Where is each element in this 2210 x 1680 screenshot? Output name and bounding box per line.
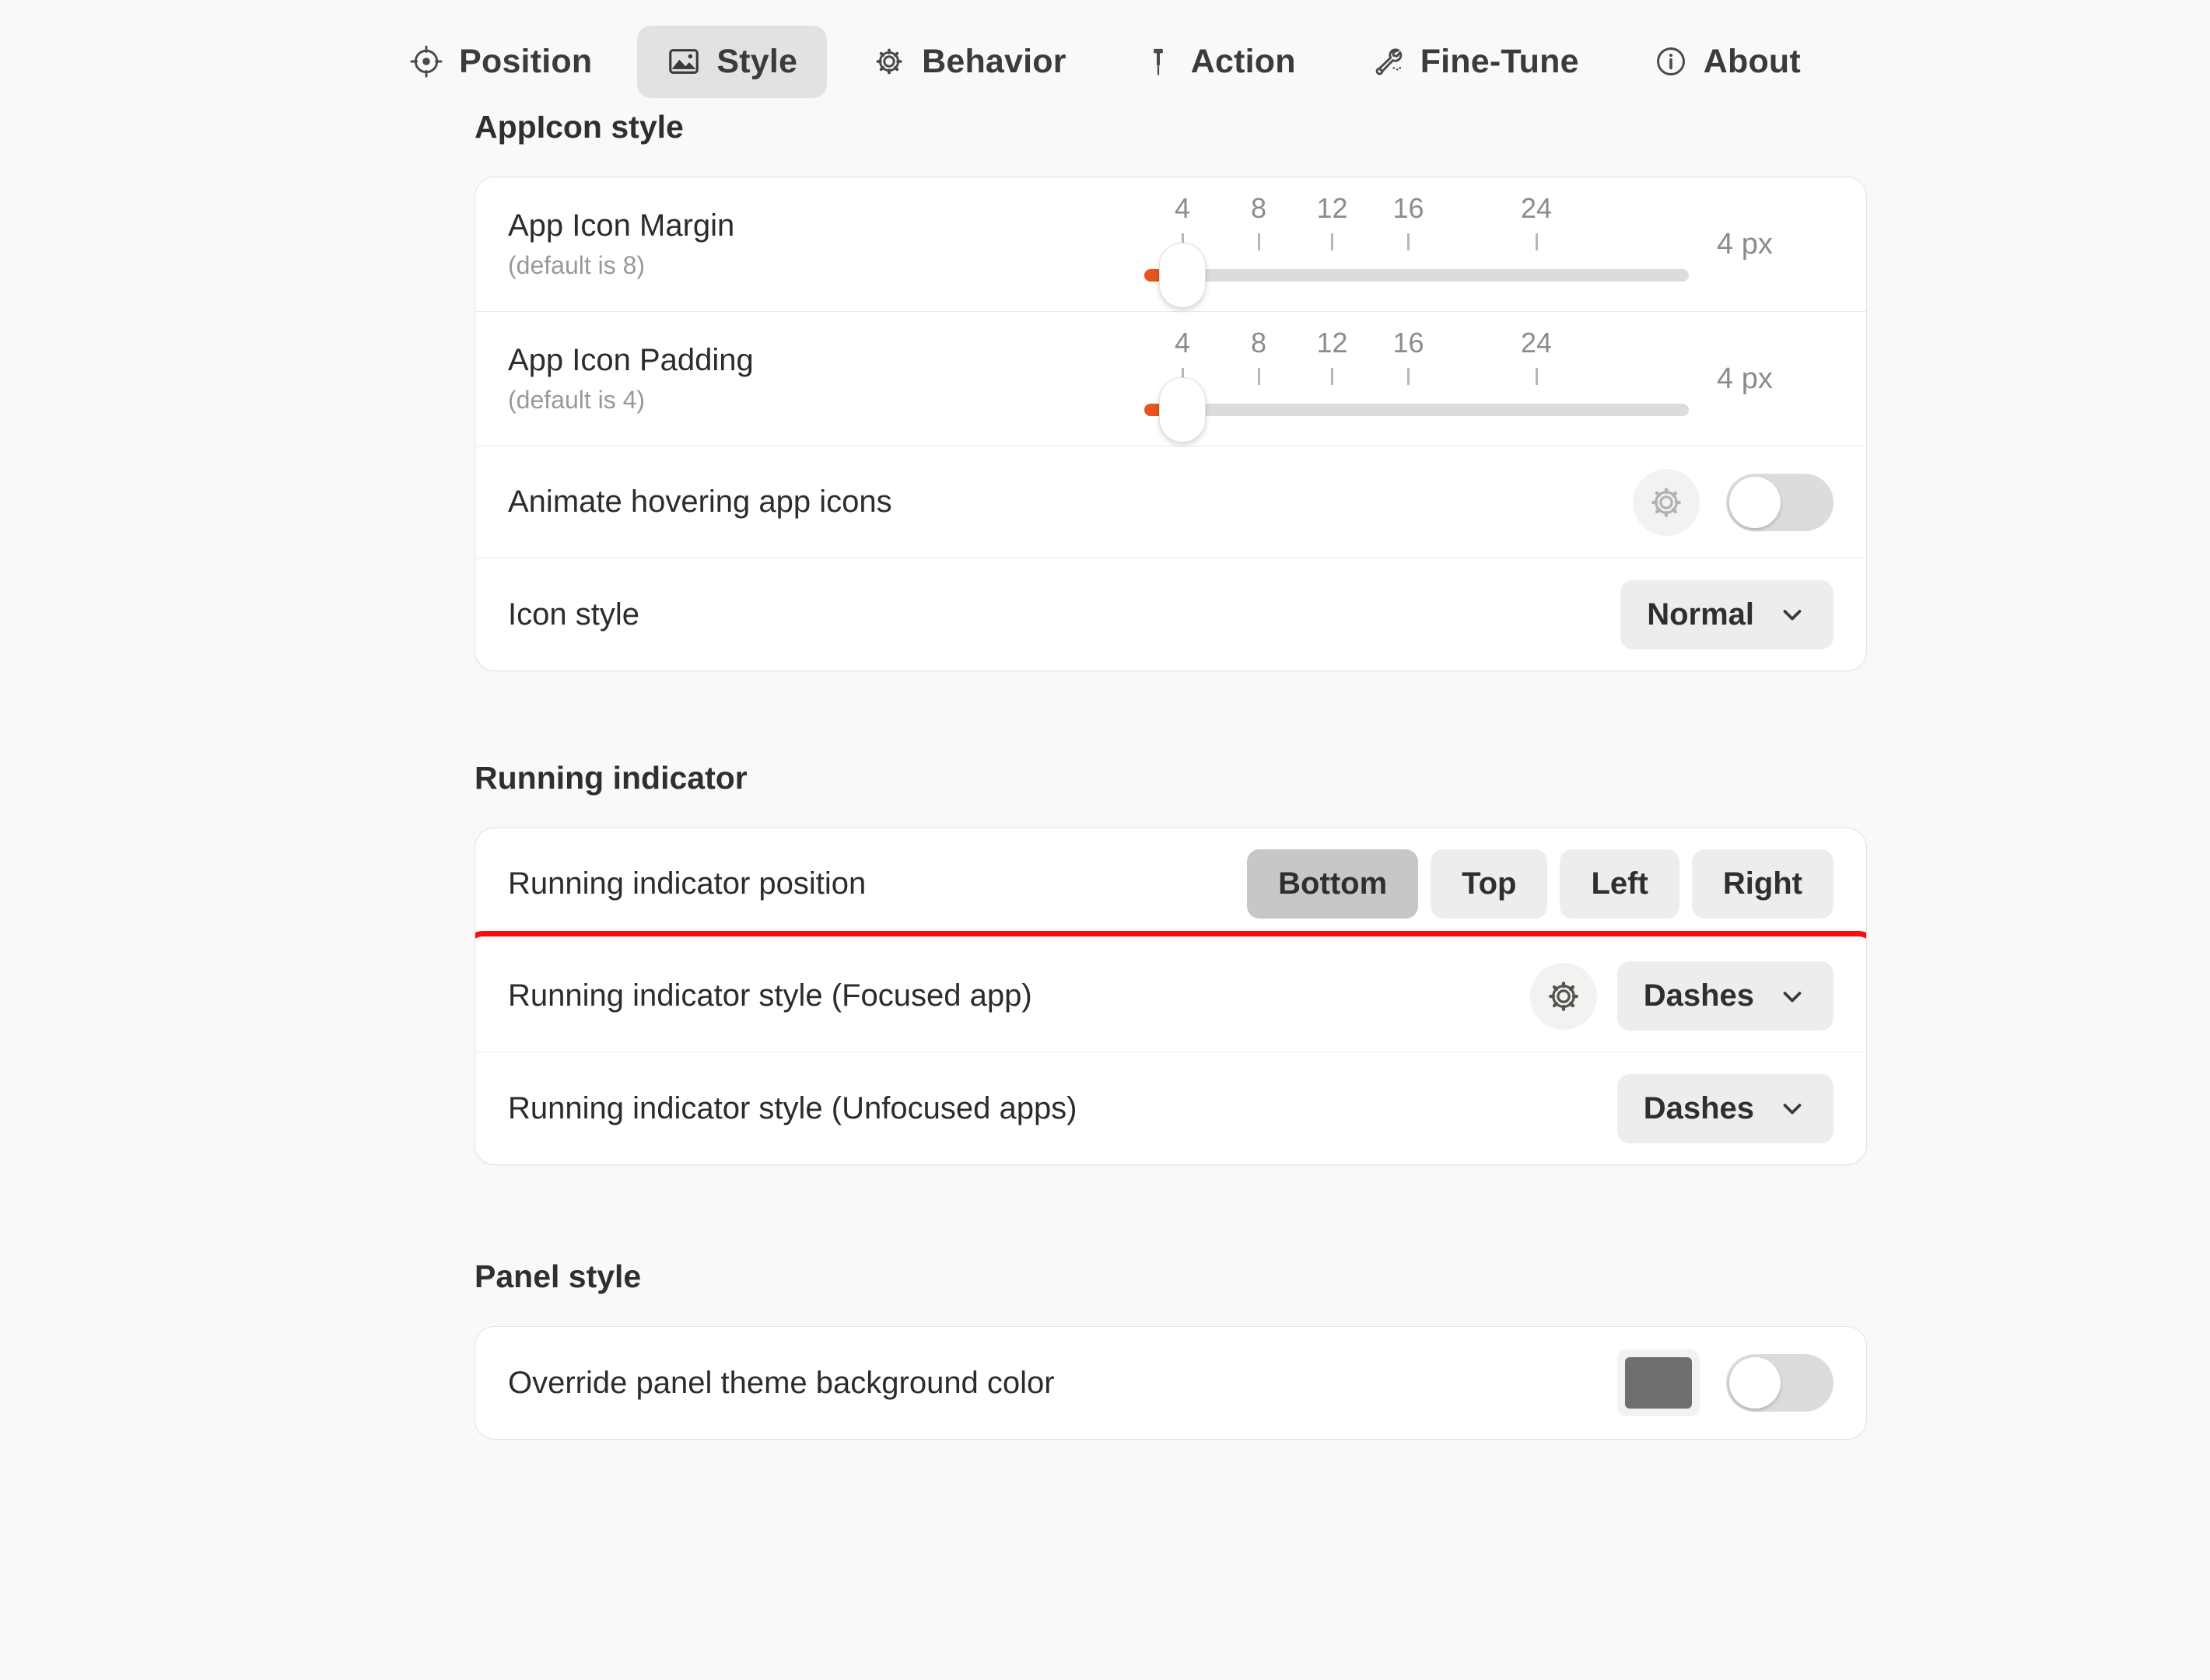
row-title: App Icon Margin [508, 208, 735, 243]
row-running-indicator-position: Running indicator position Bottom Top Le… [475, 828, 1866, 940]
slider-track[interactable] [1144, 269, 1689, 282]
tick-line [1535, 233, 1538, 250]
tick-line [1535, 368, 1538, 385]
animate-hovering-toggle[interactable] [1726, 473, 1833, 531]
tick-line [1257, 368, 1260, 385]
segment-top[interactable]: Top [1431, 849, 1548, 919]
toggle-knob [1729, 1357, 1781, 1409]
slider-tick-marks: 4 8 12 16 24 [1144, 329, 1689, 399]
slider-tick: 16 [1392, 194, 1424, 250]
row-subtitle: (default is 8) [508, 250, 646, 279]
focused-indicator-settings-button[interactable] [1529, 962, 1597, 1030]
dropdown-value: Dashes [1643, 978, 1754, 1013]
crosshair-icon [409, 44, 443, 79]
app-icon-padding-value: 4 px [1717, 362, 1773, 395]
dropdown-value: Dashes [1643, 1090, 1754, 1125]
row-override-panel-bg: Override panel theme background color [475, 1327, 1866, 1439]
tab-label: Fine-Tune [1420, 42, 1579, 80]
slider-tick: 16 [1392, 329, 1424, 385]
tick-line [1330, 368, 1333, 385]
tab-label: Action [1190, 42, 1296, 80]
segment-right[interactable]: Right [1691, 849, 1833, 919]
app-icon-padding-slider[interactable]: 4 8 12 16 24 [1144, 312, 1689, 446]
running-indicator-position-segmented: Bottom Top Left Right [1247, 849, 1833, 919]
tick-line [1257, 233, 1260, 250]
segment-left[interactable]: Left [1560, 849, 1679, 919]
tab-label: Style [716, 42, 798, 80]
settings-content: AppIcon style App Icon Margin (default i… [475, 109, 1867, 1440]
section-title-panel-style: Panel style [475, 1258, 642, 1294]
tab-behavior[interactable]: Behavior [842, 26, 1096, 98]
slider-tick: 8 [1251, 329, 1266, 385]
row-title: Override panel theme background color [508, 1365, 1055, 1400]
row-title: Running indicator style (Unfocused apps) [508, 1090, 1077, 1125]
pin-icon [1141, 44, 1175, 79]
app-icon-margin-slider[interactable]: 4 8 12 16 24 [1144, 177, 1689, 311]
panel-bg-color-button[interactable] [1617, 1349, 1700, 1416]
tab-label: Position [459, 42, 593, 80]
slider-handle[interactable] [1159, 243, 1206, 308]
color-swatch [1625, 1357, 1692, 1409]
appicon-card: App Icon Margin (default is 8) 4 8 12 16… [475, 177, 1867, 671]
icon-style-dropdown[interactable]: Normal [1620, 579, 1833, 649]
panel-style-card: Override panel theme background color [475, 1326, 1867, 1440]
tab-label: Behavior [922, 42, 1066, 80]
tab-position[interactable]: Position [380, 26, 622, 98]
row-icon-style: Icon style Normal [475, 558, 1866, 670]
tab-action[interactable]: Action [1112, 26, 1326, 98]
slider-track[interactable] [1144, 404, 1689, 416]
gear-icon [1548, 981, 1578, 1011]
section-title-running-indicator: Running indicator [475, 760, 748, 796]
focused-indicator-style-dropdown[interactable]: Dashes [1616, 961, 1833, 1031]
wrench-icon [1371, 44, 1405, 79]
tick-line [1406, 233, 1410, 250]
row-running-indicator-style-focused: Running indicator style (Focused app) Da… [475, 940, 1866, 1052]
row-title: App Icon Padding [508, 342, 754, 377]
tick-line [1330, 233, 1333, 250]
slider-tick: 8 [1251, 194, 1266, 250]
override-panel-bg-toggle[interactable] [1726, 1354, 1833, 1412]
slider-tick: 24 [1521, 194, 1552, 250]
slider-tick: 12 [1316, 194, 1348, 250]
row-title: Running indicator position [508, 866, 867, 901]
unfocused-indicator-style-dropdown[interactable]: Dashes [1616, 1073, 1833, 1143]
gear-icon [872, 44, 906, 79]
row-title: Running indicator style (Focused app) [508, 978, 1032, 1013]
gear-icon [1651, 487, 1681, 517]
row-label-group: App Icon Padding (default is 4) [508, 341, 754, 416]
tab-label: About [1703, 42, 1801, 80]
chevron-down-icon [1783, 1104, 1802, 1115]
slider-tick: 24 [1521, 329, 1552, 385]
slider-handle[interactable] [1159, 377, 1206, 443]
row-running-indicator-style-unfocused: Running indicator style (Unfocused apps)… [475, 1052, 1866, 1164]
app-icon-margin-value: 4 px [1717, 227, 1773, 261]
chevron-down-icon [1783, 610, 1802, 621]
section-title-appicon: AppIcon style [475, 109, 684, 145]
animate-hovering-settings-button[interactable] [1633, 468, 1700, 536]
row-animate-hovering: Animate hovering app icons [475, 446, 1866, 558]
row-label-group: App Icon Margin (default is 8) [508, 207, 734, 282]
row-title: Animate hovering app icons [508, 485, 892, 520]
chevron-down-icon [1783, 991, 1802, 1002]
slider-tick: 12 [1316, 329, 1348, 385]
segment-bottom[interactable]: Bottom [1247, 849, 1419, 919]
row-subtitle: (default is 4) [508, 385, 646, 414]
tab-fine-tune[interactable]: Fine-Tune [1341, 26, 1609, 98]
slider-tick-marks: 4 8 12 16 24 [1144, 194, 1689, 264]
tab-about[interactable]: About [1624, 26, 1830, 98]
image-icon [667, 44, 701, 79]
row-title: Icon style [508, 597, 639, 632]
tab-style[interactable]: Style [637, 25, 828, 98]
running-indicator-card: Running indicator position Bottom Top Le… [475, 828, 1867, 1165]
tick-line [1406, 368, 1410, 385]
tab-bar: Position Style Behavior Action Fine-Tune… [0, 0, 2210, 109]
highlighted-region: Running indicator style (Focused app) Da… [475, 931, 1866, 1164]
row-app-icon-padding: App Icon Padding (default is 4) 4 8 12 1… [475, 312, 1866, 446]
toggle-knob [1729, 476, 1781, 528]
row-app-icon-margin: App Icon Margin (default is 8) 4 8 12 16… [475, 177, 1866, 312]
dropdown-value: Normal [1647, 597, 1754, 632]
info-icon [1654, 44, 1688, 79]
